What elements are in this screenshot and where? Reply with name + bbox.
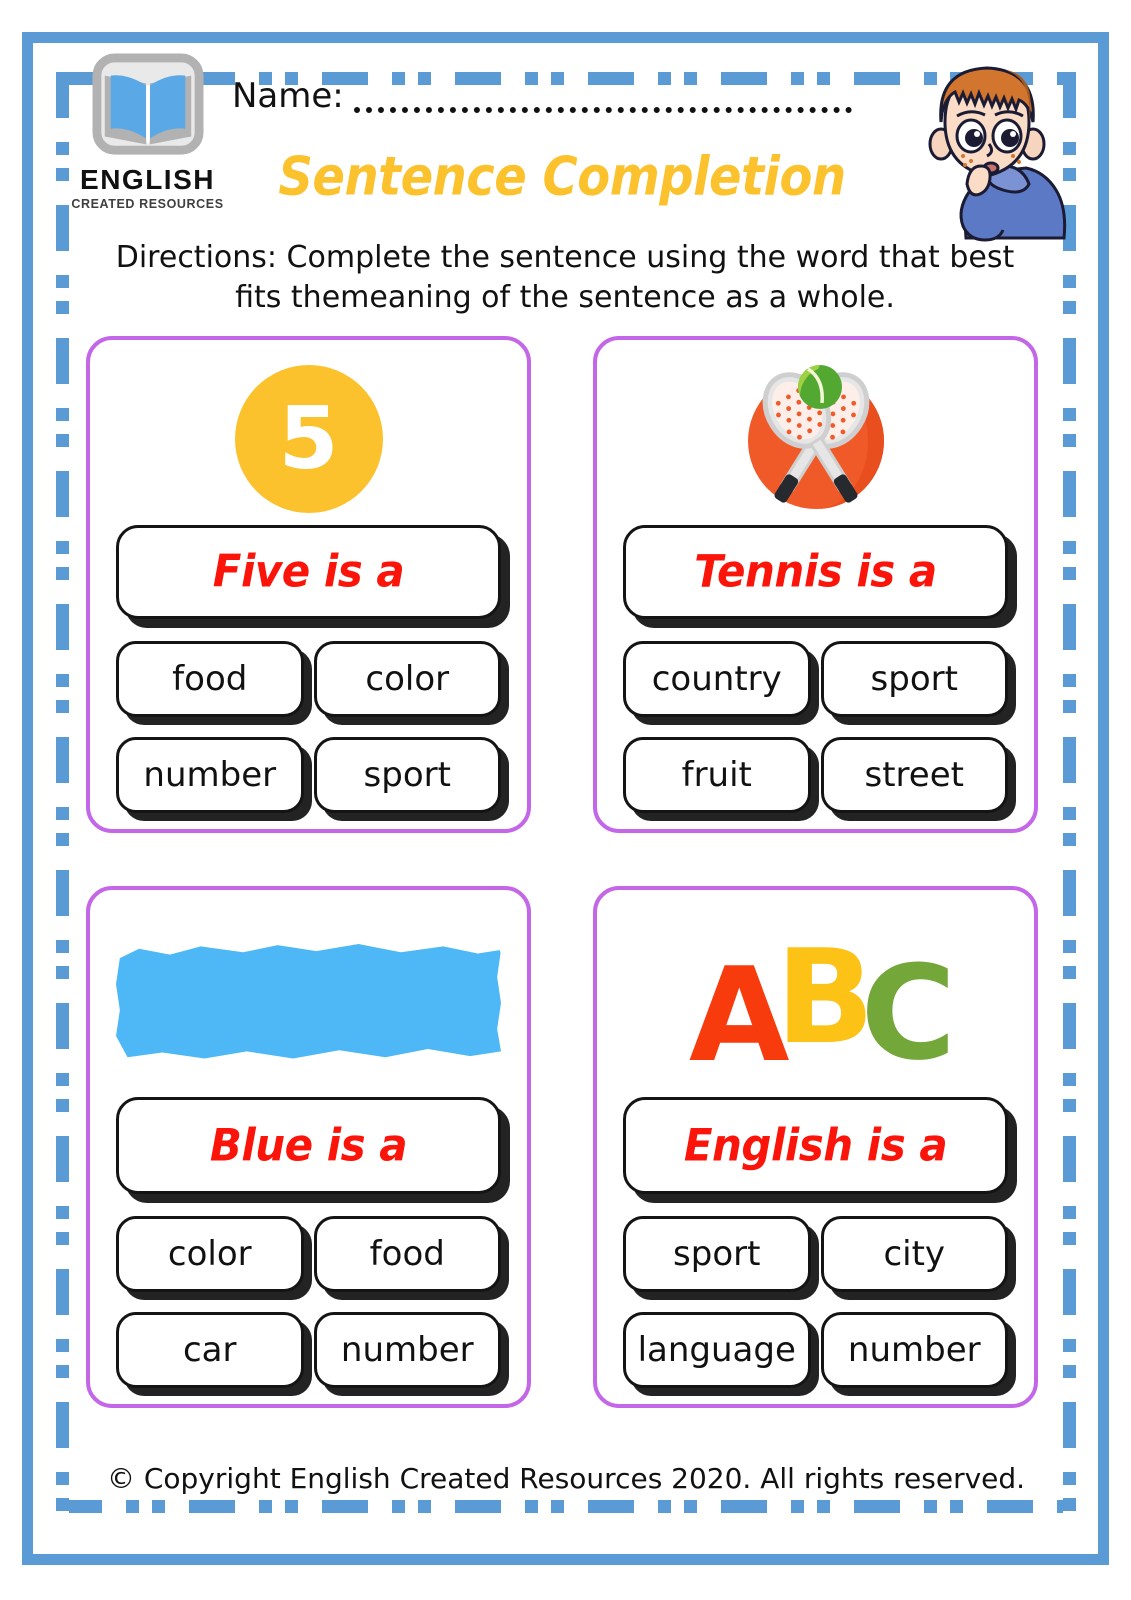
card-4-option-2[interactable]: city (820, 1216, 1008, 1292)
card-1-option-row-2: number sport (116, 737, 501, 813)
question-card-4: A B C English is a sport city language n… (593, 886, 1038, 1408)
card-3-option-1[interactable]: color (116, 1216, 304, 1292)
card-2-visual (623, 354, 1008, 525)
card-4-prompt-text: English is a (683, 1119, 948, 1172)
thinking-boy-illustration (928, 66, 1067, 242)
name-input[interactable] (353, 83, 852, 113)
directions-text: Directions: Complete the sentence using … (115, 240, 1015, 315)
card-2-option-2[interactable]: sport (820, 641, 1008, 717)
dashed-border-bottom (56, 1500, 1076, 1513)
blue-paint-swatch (116, 944, 501, 1059)
abc-letter-a: A (688, 938, 790, 1091)
card-4-visual: A B C (623, 904, 1008, 1097)
copyright-footer: © Copyright English Created Resources 20… (106, 1462, 1026, 1495)
card-1-option-2[interactable]: color (313, 641, 501, 717)
card-3-visual (116, 904, 501, 1097)
card-1-visual: 5 (116, 354, 501, 525)
question-card-1: 5 Five is a food color number sport (86, 336, 531, 833)
card-2-option-row-2: fruit street (623, 737, 1008, 813)
card-3-option-4[interactable]: number (313, 1312, 501, 1388)
card-4-option-1[interactable]: sport (623, 1216, 811, 1292)
card-2-option-1[interactable]: country (623, 641, 811, 717)
page-title: Sentence Completion (278, 145, 846, 208)
card-1-option-row-1: food color (116, 641, 501, 717)
abc-letter-b: B (775, 920, 875, 1073)
question-card-3: Blue is a color food car number (86, 886, 531, 1408)
card-2-option-3[interactable]: fruit (623, 737, 811, 813)
card-3-option-row-1: color food (116, 1216, 501, 1292)
card-4-option-4[interactable]: number (820, 1312, 1008, 1388)
card-4-option-row-2: language number (623, 1312, 1008, 1388)
brand-logo: ENGLISH CREATED RESOURCES (60, 52, 235, 211)
card-3-option-2[interactable]: food (313, 1216, 501, 1292)
card-2-prompt-text: Tennis is a (694, 546, 937, 598)
question-card-2: Tennis is a country sport fruit street (593, 336, 1038, 833)
card-4-option-3[interactable]: language (623, 1312, 811, 1388)
card-1-prompt: Five is a (116, 524, 501, 619)
card-2-prompt: Tennis is a (623, 524, 1008, 619)
card-4-option-row-1: sport city (623, 1216, 1008, 1292)
brand-tagline: CREATED RESOURCES (71, 197, 224, 211)
card-1-option-3[interactable]: number (116, 737, 304, 813)
card-3-option-row-2: car number (116, 1312, 501, 1388)
card-3-option-3[interactable]: car (116, 1312, 304, 1388)
name-label: Name: (232, 76, 344, 116)
card-4-prompt: English is a (623, 1097, 1008, 1194)
brand-name: ENGLISH (80, 164, 215, 195)
card-3-prompt-text: Blue is a (209, 1119, 408, 1172)
dashed-border-left (56, 72, 69, 1513)
card-3-prompt: Blue is a (116, 1097, 501, 1194)
card-1-option-4[interactable]: sport (313, 737, 501, 813)
card-2-option-4[interactable]: street (820, 737, 1008, 813)
abc-letters-icon: A B C (689, 932, 956, 1080)
worksheet-page: ENGLISH CREATED RESOURCES Name: Sentence… (0, 0, 1131, 1600)
card-2-option-row-1: country sport (623, 641, 1008, 717)
number-five-circle: 5 (234, 365, 383, 514)
card-1-option-1[interactable]: food (116, 641, 304, 717)
question-cards-grid: 5 Five is a food color number sport Tenn… (86, 336, 1038, 1426)
abc-letter-c: C (860, 936, 956, 1089)
open-book-icon (92, 53, 203, 155)
name-field-row: Name: (232, 76, 852, 116)
card-1-prompt-text: Five is a (212, 546, 405, 598)
tennis-rackets-icon (747, 365, 884, 510)
dashed-border-right (1063, 72, 1076, 1513)
